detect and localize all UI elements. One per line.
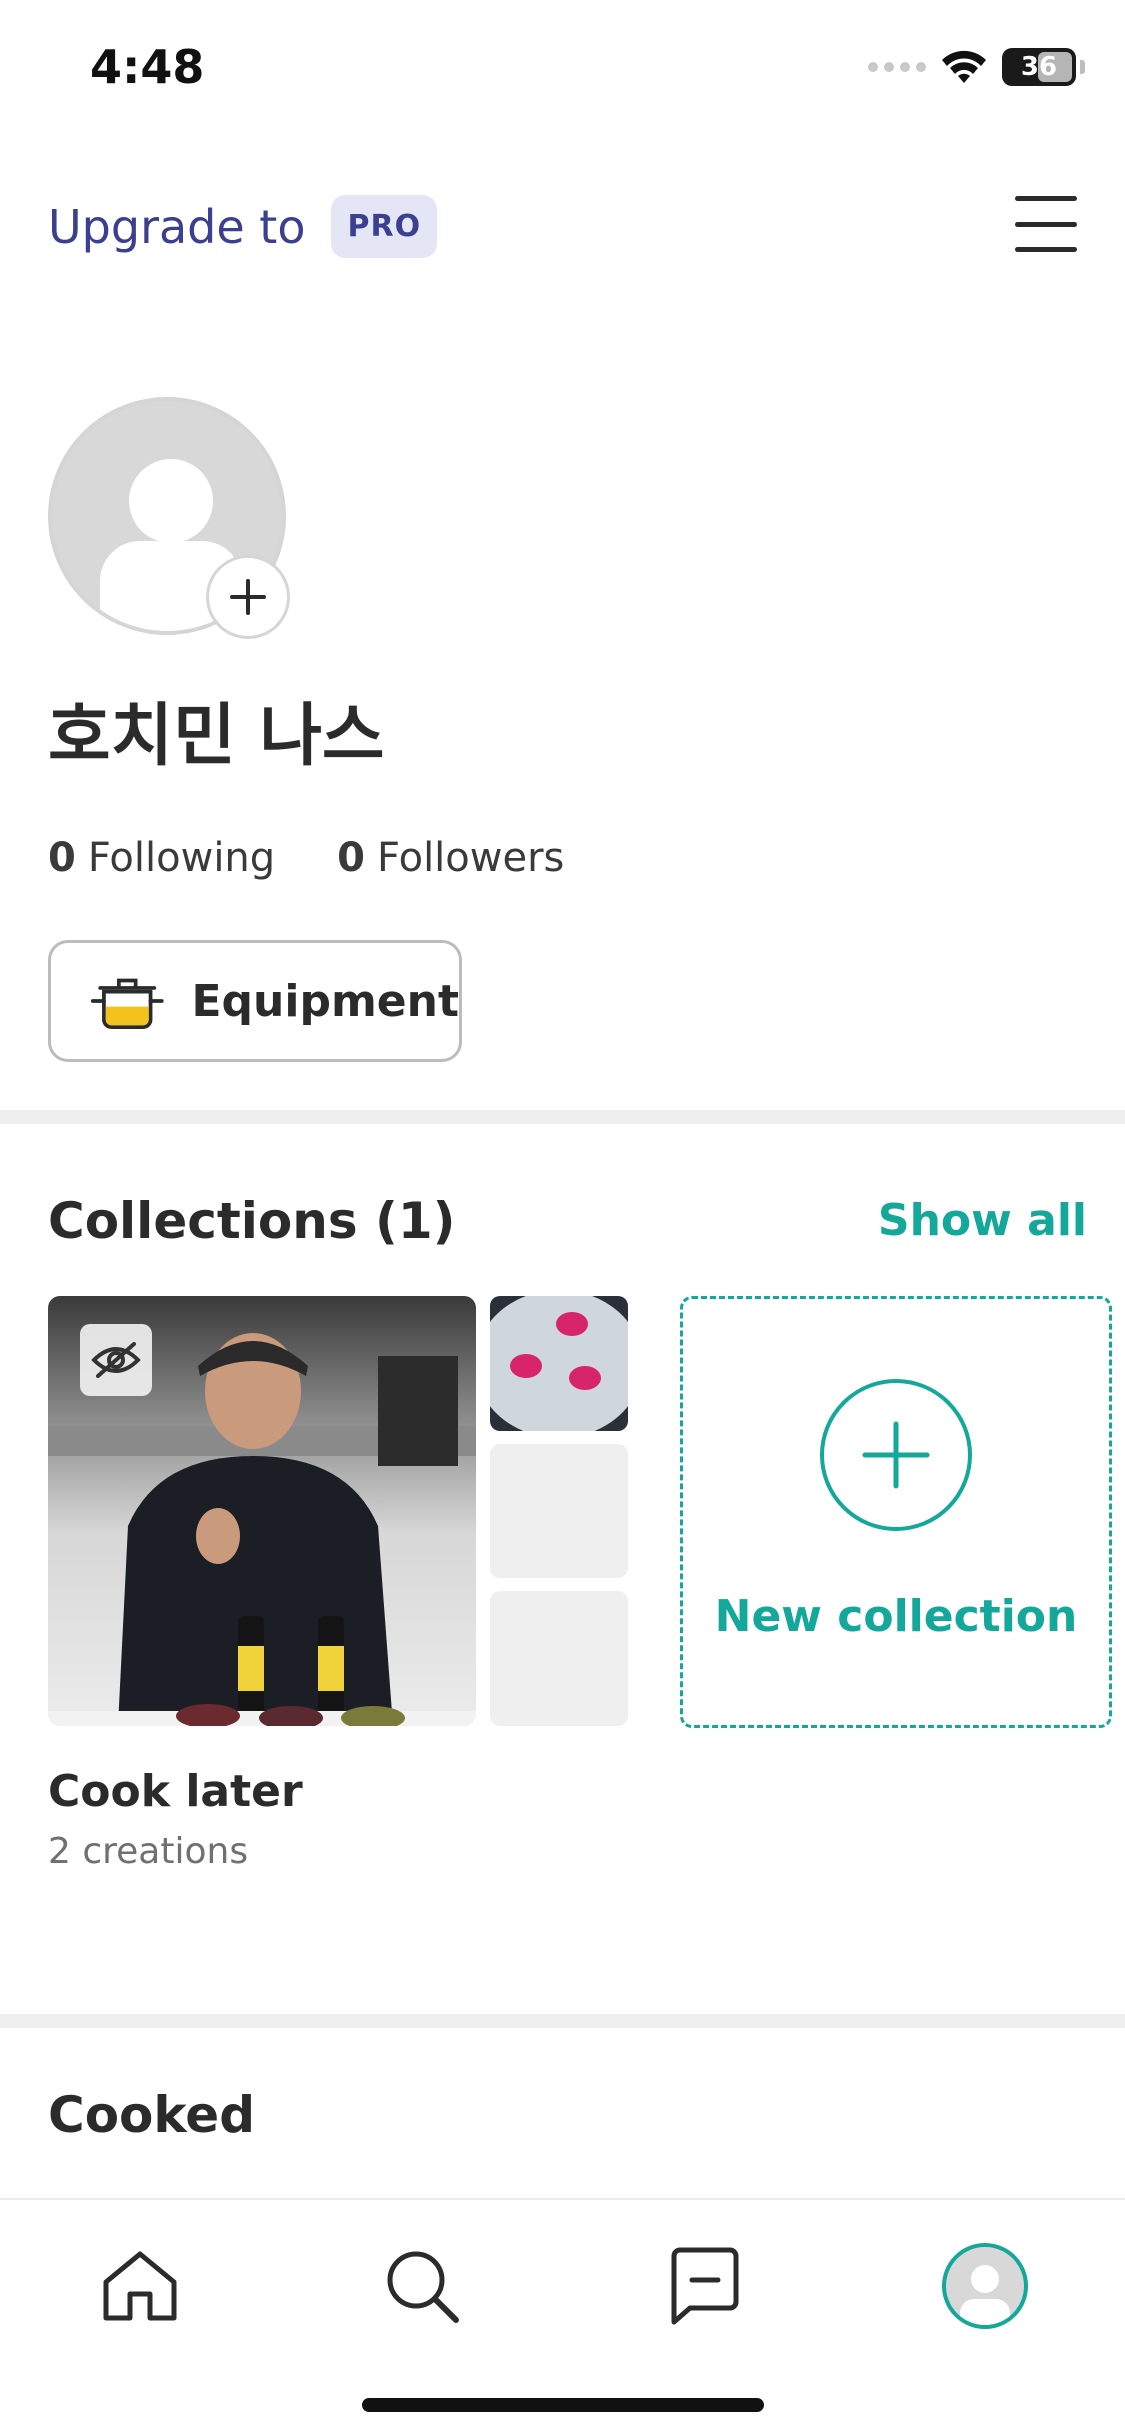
home-icon xyxy=(103,2251,177,2321)
followers-link[interactable]: 0 Followers xyxy=(337,835,564,881)
collection-thumbnail-empty xyxy=(490,1444,628,1578)
following-label: Following xyxy=(87,835,276,881)
collection-count: 2 creations xyxy=(48,1831,249,1872)
collection-thumbnail-empty xyxy=(490,1591,628,1726)
followers-count: 0 xyxy=(337,835,366,881)
new-collection-button[interactable]: New collection xyxy=(680,1296,1112,1728)
avatar-icon xyxy=(942,2243,1028,2329)
following-link[interactable]: 0 Following xyxy=(48,835,275,881)
equipment-label: Equipment xyxy=(191,975,459,1027)
profile-name: 호치민 나스 xyxy=(48,697,385,776)
cooking-pot-icon xyxy=(90,978,164,1029)
collection-name: Cook later xyxy=(48,1766,303,1817)
battery-level: 36 xyxy=(1020,52,1058,82)
collection-cover-image xyxy=(48,1296,476,1726)
status-time: 4:48 xyxy=(90,40,205,94)
upgrade-text: Upgrade to xyxy=(48,199,306,254)
show-all-link[interactable]: Show all xyxy=(878,1195,1087,1246)
tab-profile[interactable] xyxy=(935,2236,1035,2336)
collection-card[interactable]: Cook later 2 creations xyxy=(48,1296,628,1872)
pro-badge: PRO xyxy=(331,195,438,258)
section-divider xyxy=(0,1110,1125,1124)
profile-avatar[interactable] xyxy=(48,397,290,639)
plus-circle-icon xyxy=(820,1379,972,1531)
follow-stats: 0 Following 0 Followers xyxy=(48,835,564,881)
home-indicator xyxy=(362,2398,764,2412)
new-collection-label: New collection xyxy=(714,1591,1078,1642)
add-photo-button[interactable] xyxy=(206,555,290,639)
collection-thumbnail-image xyxy=(490,1296,628,1431)
cellular-signal-icon xyxy=(868,62,926,72)
followers-label: Followers xyxy=(377,835,565,881)
following-count: 0 xyxy=(48,835,76,881)
plus-icon xyxy=(230,579,266,615)
collection-preview-grid xyxy=(48,1296,628,1726)
status-icons: 36 xyxy=(868,48,1085,86)
private-eye-off-icon xyxy=(80,1324,152,1396)
tab-search[interactable] xyxy=(372,2236,472,2336)
battery-icon: 36 xyxy=(1002,48,1076,86)
cooked-title: Cooked xyxy=(48,2086,256,2144)
equipment-button[interactable]: Equipment xyxy=(48,940,462,1062)
hamburger-menu-icon[interactable] xyxy=(1015,196,1077,252)
upgrade-to-pro-link[interactable]: Upgrade to PRO xyxy=(48,195,438,258)
tab-messages[interactable] xyxy=(655,2236,755,2336)
message-icon xyxy=(671,2247,739,2325)
wifi-icon xyxy=(942,50,986,83)
status-bar: 4:48 36 xyxy=(0,0,1125,140)
search-icon xyxy=(387,2251,459,2323)
tab-home[interactable] xyxy=(90,2236,190,2336)
collections-title: Collections (1) xyxy=(48,1192,456,1250)
section-divider xyxy=(0,2014,1125,2028)
